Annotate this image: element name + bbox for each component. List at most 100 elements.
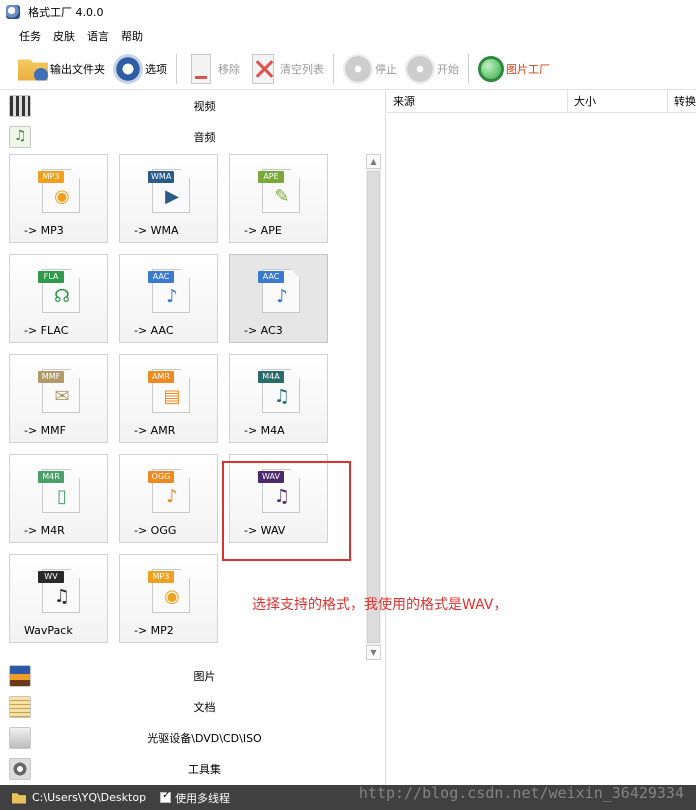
category-video[interactable]: 视频: [0, 90, 385, 121]
multithread-checkbox[interactable]: [160, 790, 172, 803]
remove-label: 移除: [218, 62, 240, 76]
format-tile[interactable]: WMA ▶ -> WMA: [119, 154, 218, 243]
document-icon: [9, 695, 31, 718]
picture-factory-button[interactable]: 图片工厂: [474, 51, 554, 87]
format-tile[interactable]: FLA ☊ -> FLAC: [9, 254, 108, 343]
format-tag: M4R: [38, 471, 64, 483]
format-tile[interactable]: WV ♫ WavPack: [9, 554, 108, 643]
format-tile[interactable]: OGG ♪ -> OGG: [119, 454, 218, 543]
format-tile[interactable]: MP3 ◉ -> MP2: [119, 554, 218, 643]
format-label: WavPack: [24, 624, 73, 637]
format-tag: AMR: [148, 371, 174, 383]
format-tile[interactable]: M4A ♫ -> M4A: [229, 354, 328, 443]
format-factory-window: 格式工厂 4.0.0 任务 皮肤 语言 帮助 输出文件夹 选项 移除 清空列表 …: [0, 0, 696, 810]
toolbar-divider: [468, 53, 469, 84]
format-tile[interactable]: APE ✎ -> APE: [229, 154, 328, 243]
task-list-panel: 来源 大小 转换: [387, 90, 696, 785]
scroll-up-arrow-icon[interactable]: ▲: [366, 154, 381, 169]
format-tag: WMA: [148, 171, 175, 183]
format-tile[interactable]: AAC ♪ -> AC3: [229, 254, 328, 343]
column-convert[interactable]: 转换: [668, 90, 696, 113]
scroll-thumb[interactable]: [367, 171, 380, 643]
format-tag: MMF: [38, 371, 64, 383]
format-glyph-icon: ♪: [166, 286, 178, 307]
format-label: -> M4A: [244, 424, 285, 437]
category-audio[interactable]: 音频: [0, 121, 385, 152]
format-label: -> AC3: [244, 324, 283, 337]
format-tile[interactable]: M4R ▯ -> M4R: [9, 454, 108, 543]
format-glyph-icon: ✎: [274, 186, 290, 207]
picture-factory-label: 图片工厂: [506, 62, 550, 76]
stop-label: 停止: [375, 62, 397, 76]
format-glyph-icon: ◉: [164, 586, 180, 607]
film-icon: [9, 94, 31, 117]
watermark: http://blog.csdn.net/weixin_36429334: [358, 784, 684, 802]
start-label: 开始: [437, 62, 459, 76]
clear-list-label: 清空列表: [280, 62, 324, 76]
stop-button[interactable]: 停止: [339, 51, 401, 87]
folder-icon: [18, 59, 48, 81]
music-note-icon: [9, 125, 31, 148]
format-label: -> FLAC: [24, 324, 69, 337]
category-disc[interactable]: 光驱设备\DVD\CD\ISO: [0, 722, 385, 753]
gear-icon: [113, 53, 143, 84]
remove-button[interactable]: 移除: [182, 51, 244, 87]
window-title: 格式工厂 4.0.0: [28, 6, 104, 19]
format-label: -> AMR: [134, 424, 176, 437]
scroll-down-arrow-icon[interactable]: ▼: [366, 645, 381, 660]
format-glyph-icon: ▯: [57, 486, 67, 507]
menu-skin[interactable]: 皮肤: [47, 28, 81, 44]
format-label: -> AAC: [134, 324, 174, 337]
menu-help[interactable]: 帮助: [115, 28, 149, 44]
category-image[interactable]: 图片: [0, 660, 385, 691]
category-document[interactable]: 文档: [0, 691, 385, 722]
format-tile[interactable]: MP3 ◉ -> MP3: [9, 154, 108, 243]
format-glyph-icon: ▤: [163, 386, 181, 407]
format-tile[interactable]: MMF ✉ -> MMF: [9, 354, 108, 443]
category-video-label: 视频: [193, 99, 216, 113]
column-source[interactable]: 来源: [387, 90, 568, 113]
category-tools[interactable]: 工具集: [0, 753, 385, 784]
clear-list-button[interactable]: 清空列表: [244, 51, 328, 87]
options-button[interactable]: 选项: [109, 51, 171, 87]
format-glyph-icon: ♪: [276, 286, 288, 307]
format-glyph-icon: ♪: [166, 486, 178, 507]
format-label: -> MP2: [134, 624, 174, 637]
format-tag: AAC: [258, 271, 284, 283]
menu-language[interactable]: 语言: [81, 28, 115, 44]
output-path[interactable]: C:\Users\YQ\Desktop: [32, 791, 146, 804]
app-icon: [6, 5, 20, 19]
tools-icon: [9, 757, 31, 780]
format-tile[interactable]: AAC ♪ -> AAC: [119, 254, 218, 343]
menu-bar: 任务 皮肤 语言 帮助: [0, 26, 149, 46]
format-tag: OGG: [148, 471, 174, 483]
format-glyph-icon: ♫: [53, 586, 71, 607]
format-glyph-icon: ♫: [273, 386, 291, 407]
format-scrollbar[interactable]: ▲ ▼: [366, 154, 381, 660]
format-label: -> MMF: [24, 424, 66, 437]
format-tile[interactable]: AMR ▤ -> AMR: [119, 354, 218, 443]
magnifier-icon: [478, 55, 504, 82]
menu-task[interactable]: 任务: [13, 28, 47, 44]
category-panel: 视频 音频 MP3 ◉ -> MP3 WMA ▶ -> WMA APE ✎ -> APE FLA ☊…: [0, 90, 386, 785]
format-label: -> M4R: [24, 524, 65, 537]
format-label: -> WMA: [134, 224, 179, 237]
category-tools-label: 工具集: [188, 762, 221, 776]
format-glyph-icon: ◉: [54, 186, 70, 207]
start-button[interactable]: 开始: [401, 51, 463, 87]
format-glyph-icon: ☊: [54, 286, 70, 307]
format-glyph-icon: ▶: [165, 186, 179, 207]
toolbar: 输出文件夹 选项 移除 清空列表 停止 开始 图片工厂: [0, 48, 696, 90]
start-icon: [405, 53, 435, 84]
column-size[interactable]: 大小: [568, 90, 668, 113]
format-tag: M4A: [258, 371, 284, 383]
toolbar-divider: [333, 53, 334, 84]
options-label: 选项: [145, 62, 167, 76]
output-folder-label: 输出文件夹: [50, 62, 105, 76]
title-bar: 格式工厂 4.0.0: [0, 0, 696, 24]
category-image-label: 图片: [193, 669, 216, 683]
disc-drive-icon: [9, 726, 31, 749]
clear-icon: [252, 53, 274, 84]
output-folder-button[interactable]: 输出文件夹: [14, 51, 109, 87]
annotation-note: 选择支持的格式，我使用的格式是WAV，: [252, 597, 508, 613]
